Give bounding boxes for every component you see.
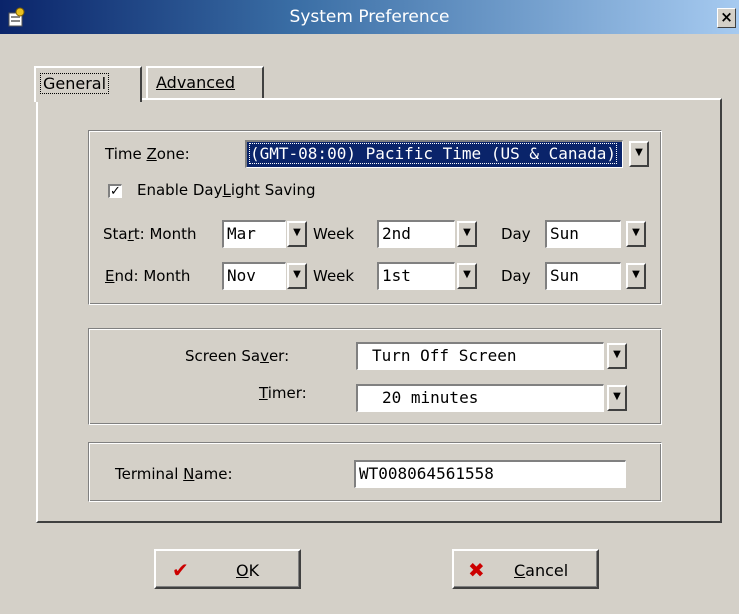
end-week-label: Week — [313, 267, 355, 285]
tab-general-label: General — [40, 73, 110, 94]
end-day-label: Day — [501, 267, 531, 285]
start-month-select[interactable]: Mar — [222, 220, 286, 248]
end-day-select[interactable]: Sun — [545, 262, 621, 290]
start-week-label: Week — [313, 225, 355, 243]
ok-button[interactable]: ✔ OK — [154, 549, 301, 589]
end-month-dropdown-icon[interactable]: ▼ — [287, 263, 307, 289]
timer-label: Timer: — [259, 384, 307, 402]
end-day-dropdown-icon[interactable]: ▼ — [626, 263, 646, 289]
timezone-group: Time Zone: (GMT-08:00) Pacific Time (US … — [88, 130, 662, 305]
screensaver-select[interactable]: Turn Off Screen — [356, 342, 604, 370]
end-month-label: End: Month — [105, 267, 191, 285]
end-month-select[interactable]: Nov — [222, 262, 286, 290]
terminal-name-input[interactable]: WT008064561558 — [354, 460, 626, 488]
start-week-select[interactable]: 2nd — [377, 220, 455, 248]
start-month-label: Start: Month — [103, 225, 197, 243]
general-panel: Time Zone: (GMT-08:00) Pacific Time (US … — [36, 98, 722, 523]
start-day-dropdown-icon[interactable]: ▼ — [626, 221, 646, 247]
timezone-dropdown-icon[interactable]: ▼ — [629, 141, 649, 167]
end-week-dropdown-icon[interactable]: ▼ — [457, 263, 477, 289]
cancel-button-label: Cancel — [514, 561, 569, 580]
end-week-select[interactable]: 1st — [377, 262, 455, 290]
timezone-label: Time Zone: — [105, 145, 190, 163]
cross-icon: ✖ — [468, 558, 485, 582]
terminal-name-label: Terminal Name: — [115, 465, 233, 483]
timezone-select[interactable]: (GMT-08:00) Pacific Time (US & Canada) — [245, 140, 623, 168]
ok-button-label: OK — [236, 561, 260, 580]
timer-select[interactable]: 20 minutes — [356, 384, 604, 412]
start-day-select[interactable]: Sun — [545, 220, 621, 248]
tab-advanced-text: Advanced — [156, 73, 236, 92]
start-day-label: Day — [501, 225, 531, 243]
screensaver-label: Screen Saver: — [185, 347, 290, 365]
start-month-dropdown-icon[interactable]: ▼ — [287, 221, 307, 247]
terminal-group: Terminal Name: WT008064561558 — [88, 442, 662, 502]
cancel-button[interactable]: ✖ Cancel — [452, 549, 599, 589]
tab-advanced-label: Advanced — [156, 73, 235, 92]
close-icon[interactable]: × — [717, 8, 736, 28]
screensaver-dropdown-icon[interactable]: ▼ — [607, 343, 627, 369]
checkmark-icon: ✔ — [172, 558, 189, 582]
start-week-dropdown-icon[interactable]: ▼ — [457, 221, 477, 247]
tab-general[interactable]: General — [34, 66, 142, 102]
tab-advanced[interactable]: Advanced — [146, 66, 264, 99]
timer-dropdown-icon[interactable]: ▼ — [607, 385, 627, 411]
daylight-label: Enable DayLight Saving — [137, 181, 316, 199]
title-bar[interactable]: System Preference × — [0, 0, 739, 34]
window-title: System Preference — [289, 7, 450, 27]
screensaver-group: Screen Saver: Turn Off Screen ▼ Timer: 2… — [88, 328, 662, 425]
timezone-value: (GMT-08:00) Pacific Time (US & Canada) — [248, 143, 618, 164]
system-preference-window: System Preference × General Advanced Tim… — [0, 0, 739, 614]
daylight-checkbox[interactable]: ✓ — [108, 184, 122, 198]
